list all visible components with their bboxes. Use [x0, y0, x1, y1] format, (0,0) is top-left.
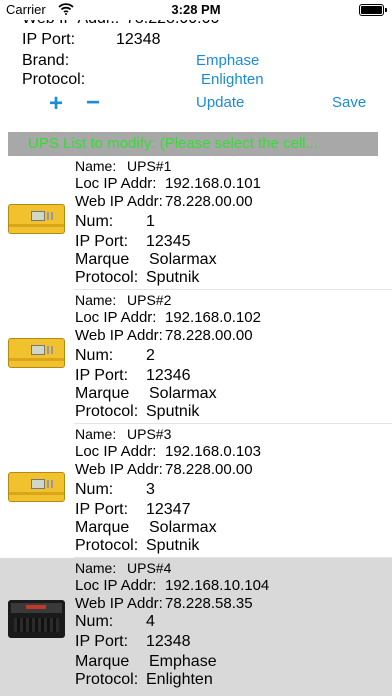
status-bar: Carrier 3:28 PM: [0, 0, 392, 20]
num-label: Num:: [75, 213, 114, 230]
list-header: UPS List to modify: (Please select the c…: [8, 132, 378, 156]
protocol-row-label: Protocol:: [75, 269, 139, 286]
ip-port-row-label: IP Port:: [75, 633, 129, 650]
web-ip-row-label: Web IP Addr:: [75, 595, 163, 612]
yellow-inverter-icon: [8, 204, 65, 234]
protocol-row-value: Sputnik: [146, 537, 200, 554]
ip-port-row-value: 12345: [146, 233, 191, 250]
marque-value: Solarmax: [149, 385, 217, 402]
ups-name: UPS#3: [127, 426, 172, 442]
ups-name: UPS#4: [127, 560, 172, 576]
marque-value: Solarmax: [149, 519, 217, 536]
marque-value: Emphase: [149, 653, 217, 670]
num-value: 3: [146, 481, 155, 498]
ip-port-row-value: 12348: [146, 633, 191, 650]
protocol-row-label: Protocol:: [75, 403, 139, 420]
ip-port-label: IP Port:: [22, 31, 76, 48]
black-inverter-icon: [8, 600, 65, 638]
ip-port-row-value: 12347: [146, 501, 191, 518]
update-button[interactable]: Update: [196, 94, 244, 111]
num-value: 2: [146, 347, 155, 364]
yellow-inverter-icon: [8, 472, 65, 502]
ups-name: UPS#1: [127, 158, 172, 174]
ups-row[interactable]: Name: UPS#2 Loc IP Addr: 192.168.0.102 Web…: [0, 290, 392, 424]
add-button[interactable]: +: [49, 92, 63, 116]
ups-row-selected[interactable]: Name: UPS#4 Loc IP Addr: 192.168.10.104 We…: [0, 558, 392, 696]
web-ip-row-value: 78.228.00.00: [165, 461, 253, 478]
protocol-row-label: Protocol:: [75, 537, 139, 554]
brand-label: Brand:: [22, 52, 70, 69]
num-label: Num:: [75, 347, 114, 364]
remove-button[interactable]: −: [86, 91, 100, 115]
ups-row[interactable]: Name: UPS#1 Loc IP Addr: 192.168.0.101 Web…: [0, 156, 392, 290]
ups-name: UPS#2: [127, 292, 172, 308]
loc-ip-label: Loc IP Addr:: [75, 175, 157, 192]
ip-port-field[interactable]: 12348: [116, 31, 161, 49]
loc-ip-label: Loc IP Addr:: [75, 443, 157, 460]
screen: Web IP Addr.: 78.228.00.00 Carrier 3:28 …: [0, 0, 392, 696]
battery-icon: [359, 4, 387, 16]
protocol-picker[interactable]: Enlighten: [201, 71, 264, 88]
web-ip-row-value: 78.228.00.00: [165, 193, 253, 210]
num-label: Num:: [75, 481, 114, 498]
web-ip-row-label: Web IP Addr:: [75, 461, 163, 478]
protocol-row-value: Sputnik: [146, 403, 200, 420]
brand-picker[interactable]: Emphase: [196, 52, 259, 69]
marque-label: Marque: [75, 653, 130, 670]
name-label: Name:: [75, 158, 117, 174]
protocol-row-value: Sputnik: [146, 269, 200, 286]
protocol-label: Protocol:: [22, 71, 86, 88]
loc-ip-value: 192.168.10.104: [165, 577, 270, 594]
num-value: 1: [146, 213, 155, 230]
web-ip-row-value: 78.228.58.35: [165, 595, 253, 612]
ip-port-row-value: 12346: [146, 367, 191, 384]
marque-label: Marque: [75, 519, 130, 536]
name-label: Name:: [75, 292, 117, 308]
name-label: Name:: [75, 426, 117, 442]
save-button[interactable]: Save: [332, 94, 366, 111]
loc-ip-label: Loc IP Addr:: [75, 309, 157, 326]
web-ip-row-label: Web IP Addr:: [75, 193, 163, 210]
num-value: 4: [146, 613, 155, 630]
loc-ip-label: Loc IP Addr:: [75, 577, 157, 594]
marque-value: Solarmax: [149, 251, 217, 268]
protocol-row-label: Protocol:: [75, 671, 139, 688]
yellow-inverter-icon: [8, 338, 65, 368]
num-label: Num:: [75, 613, 114, 630]
loc-ip-value: 192.168.0.103: [165, 443, 261, 460]
name-label: Name:: [75, 560, 117, 576]
web-ip-row-value: 78.228.00.00: [165, 327, 253, 344]
marque-label: Marque: [75, 385, 130, 402]
loc-ip-value: 192.168.0.102: [165, 309, 261, 326]
ip-port-row-label: IP Port:: [75, 233, 129, 250]
web-ip-row-label: Web IP Addr:: [75, 327, 163, 344]
marque-label: Marque: [75, 251, 130, 268]
protocol-row-value: Enlighten: [146, 671, 213, 688]
loc-ip-value: 192.168.0.101: [165, 175, 261, 192]
ip-port-row-label: IP Port:: [75, 367, 129, 384]
ip-port-row-label: IP Port:: [75, 501, 129, 518]
clock: 3:28 PM: [171, 2, 221, 17]
ups-row[interactable]: Name: UPS#3 Loc IP Addr: 192.168.0.103 Web…: [0, 424, 392, 558]
